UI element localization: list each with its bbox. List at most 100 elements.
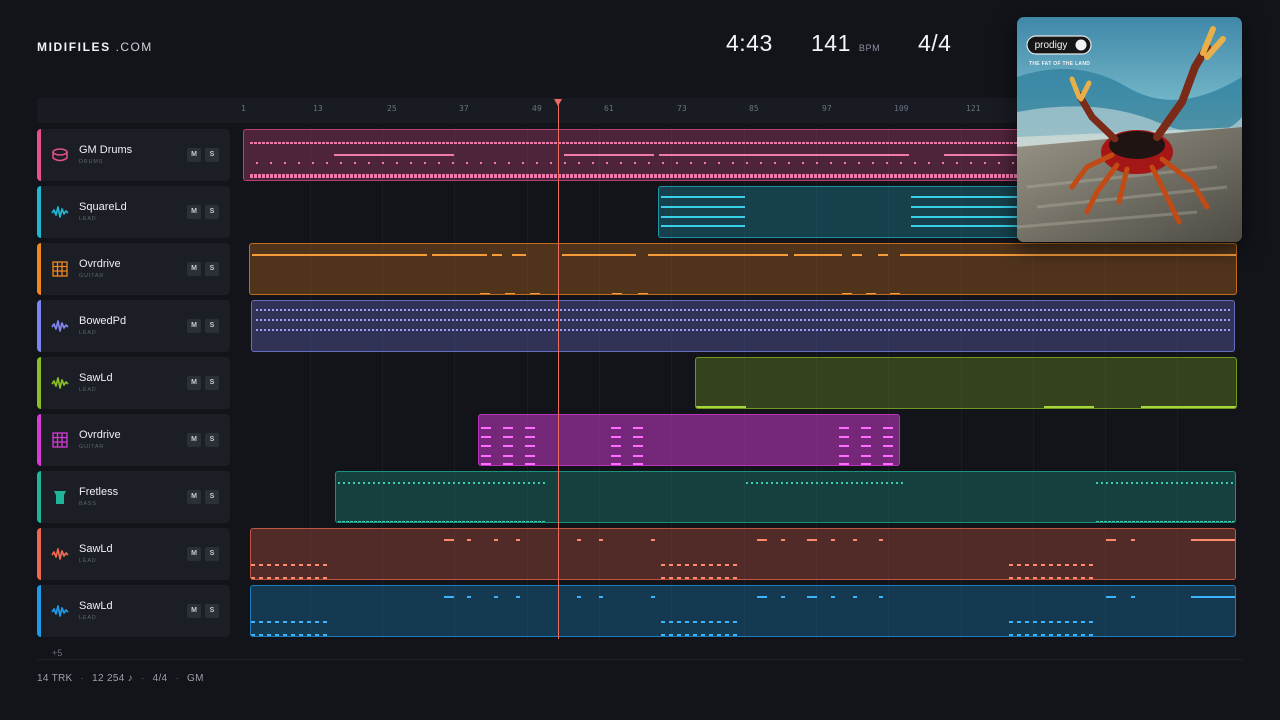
midi-note [1060, 329, 1062, 331]
track-header[interactable]: BowedPd LEAD M S [37, 300, 230, 352]
solo-button[interactable]: S [205, 490, 219, 504]
midi-note [660, 319, 662, 321]
midi-note [1228, 329, 1230, 331]
midi-note [677, 577, 681, 579]
midi-note [830, 142, 833, 144]
midi-note [1101, 482, 1103, 484]
solo-button[interactable]: S [205, 148, 219, 162]
midi-note [1232, 521, 1235, 522]
track-header[interactable]: Fretless BASS M S [37, 471, 230, 523]
midi-note [1106, 539, 1116, 541]
midi-note [624, 254, 636, 256]
midi-note [358, 142, 361, 144]
midi-note [1121, 482, 1123, 484]
mute-button[interactable]: M [187, 547, 201, 561]
midi-note [1204, 309, 1206, 311]
mute-button[interactable]: M [187, 148, 201, 162]
midi-note [685, 634, 689, 636]
midi-note [806, 176, 809, 178]
solo-button[interactable]: S [205, 319, 219, 333]
midi-note [850, 142, 853, 144]
solo-button[interactable]: S [205, 433, 219, 447]
midi-note [310, 142, 313, 144]
track-name: BowedPd [79, 315, 127, 327]
midi-note [1081, 564, 1085, 566]
midi-note [861, 427, 871, 429]
midi-note [599, 596, 603, 598]
mute-button[interactable]: M [187, 262, 201, 276]
track-header[interactable]: SawLd LEAD M S [37, 528, 230, 580]
playhead-marker-icon[interactable] [554, 99, 562, 106]
midi-note [1096, 482, 1098, 484]
midi-note [1089, 577, 1093, 579]
midi-note [871, 482, 873, 484]
mute-button[interactable]: M [187, 376, 201, 390]
midi-note [280, 329, 282, 331]
midi-note [806, 482, 808, 484]
brand-logo[interactable]: MIDIFILES .COM [37, 40, 153, 54]
track-header[interactable]: GM Drums DRUMS M S [37, 129, 230, 181]
midi-clip[interactable] [695, 357, 1237, 409]
midi-note [1144, 319, 1146, 321]
midi-note [698, 176, 701, 178]
more-tracks-indicator[interactable]: +5 [52, 648, 62, 658]
midi-note [926, 142, 929, 144]
solo-button[interactable]: S [205, 262, 219, 276]
track-header[interactable]: Ovrdrive GUITAR M S [37, 414, 230, 466]
midi-clip[interactable] [251, 300, 1235, 352]
midi-note [908, 329, 910, 331]
midi-note [900, 329, 902, 331]
track-header[interactable]: Ovrdrive GUITAR M S [37, 243, 230, 295]
midi-note [486, 521, 489, 522]
midi-note [364, 329, 366, 331]
midi-note [768, 309, 770, 311]
mute-button[interactable]: M [187, 205, 201, 219]
midi-note [360, 309, 362, 311]
midi-note [550, 162, 552, 164]
midi-note [952, 319, 954, 321]
midi-note [442, 176, 445, 178]
midi-note [1224, 319, 1226, 321]
midi-note [618, 176, 621, 178]
mute-button[interactable]: M [187, 490, 201, 504]
midi-note [368, 482, 370, 484]
midi-note [1226, 482, 1228, 484]
solo-button[interactable]: S [205, 604, 219, 618]
mute-button[interactable]: M [187, 319, 201, 333]
midi-note [906, 142, 909, 144]
midi-note [644, 319, 646, 321]
midi-note [792, 309, 794, 311]
midi-note [1140, 319, 1142, 321]
midi-note [388, 319, 390, 321]
midi-clip[interactable] [249, 243, 1237, 295]
midi-note [578, 142, 581, 144]
solo-button[interactable]: S [205, 376, 219, 390]
midi-clip[interactable] [250, 528, 1236, 580]
midi-note [428, 309, 430, 311]
midi-note [404, 329, 406, 331]
midi-note [330, 142, 333, 144]
midi-note [852, 254, 862, 256]
midi-clip[interactable] [335, 471, 1236, 523]
midi-note [340, 162, 342, 164]
midi-note [320, 309, 322, 311]
midi-clip[interactable] [478, 414, 900, 466]
midi-note [292, 329, 294, 331]
track-type: LEAD [79, 558, 97, 564]
midi-note [1084, 329, 1086, 331]
midi-note [944, 309, 946, 311]
mute-button[interactable]: M [187, 604, 201, 618]
track-header[interactable]: SawLd LEAD M S [37, 357, 230, 409]
midi-note [306, 176, 309, 178]
midi-note [800, 319, 802, 321]
midi-note [493, 482, 495, 484]
playhead[interactable] [554, 99, 562, 639]
solo-button[interactable]: S [205, 205, 219, 219]
solo-button[interactable]: S [205, 547, 219, 561]
track-header[interactable]: SquareLd LEAD M S [37, 186, 230, 238]
midi-note [378, 142, 381, 144]
midi-note [510, 521, 513, 522]
midi-clip[interactable] [250, 585, 1236, 637]
track-header[interactable]: SawLd LEAD M S [37, 585, 230, 637]
mute-button[interactable]: M [187, 433, 201, 447]
